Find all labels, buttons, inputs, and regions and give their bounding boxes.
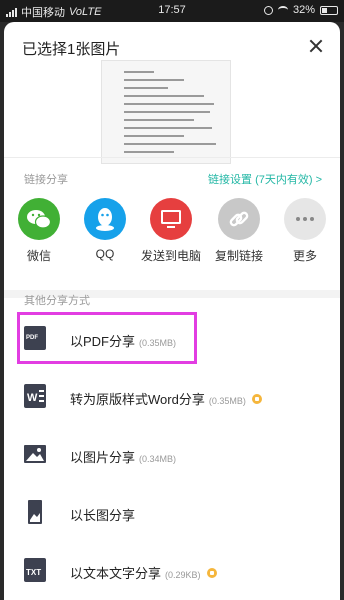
share-as-word-option[interactable]: W 转为原版样式Word分享 (0.35MB) <box>4 372 340 424</box>
pdf-option-highlight <box>17 312 197 364</box>
word-icon: W <box>24 384 46 408</box>
battery-fill <box>322 7 327 13</box>
share-to-computer-button[interactable]: 发送到电脑 <box>136 198 206 264</box>
sheet-title: 已选择1张图片 <box>22 41 121 58</box>
share-target-label: QQ <box>95 247 115 261</box>
more-share-button[interactable]: 更多 <box>270 198 340 264</box>
selected-image-thumbnail[interactable] <box>101 60 231 164</box>
battery-icon <box>320 5 338 15</box>
svg-text:W: W <box>27 392 38 404</box>
share-qq-button[interactable]: QQ <box>70 198 140 261</box>
wifi-icon <box>277 6 288 14</box>
option-text: 以文本文字分享 (0.29KB) <box>70 563 217 582</box>
txt-icon: TXT <box>24 558 46 582</box>
option-label: 以文本文字分享 <box>70 566 162 581</box>
premium-crown-icon <box>206 568 217 578</box>
share-target-label: 更多 <box>292 249 317 263</box>
share-as-image-option[interactable]: 以图片分享 (0.34MB) <box>4 430 340 482</box>
wechat-icon <box>18 198 60 240</box>
option-label: 以图片分享 <box>70 450 136 465</box>
option-label: 转为原版样式Word分享 <box>70 392 205 407</box>
option-size: (0.35MB) <box>208 396 246 406</box>
option-text: 以图片分享 (0.34MB) <box>70 447 176 466</box>
divider <box>4 157 340 158</box>
share-targets-row: 微信 QQ 发送到电脑 复制链接 更多 <box>4 198 340 290</box>
share-sheet: 已选择1张图片 链接分享 链接设置 (7天内有效) > 微信 QQ 发送到电脑 … <box>4 22 340 600</box>
qq-icon <box>84 198 126 240</box>
image-icon <box>24 442 46 466</box>
option-text: 转为原版样式Word分享 (0.35MB) <box>70 389 262 408</box>
share-wechat-button[interactable]: 微信 <box>4 198 74 264</box>
share-target-label: 发送到电脑 <box>140 249 201 263</box>
status-right: 32% <box>263 4 338 16</box>
other-share-label: 其他分享方式 <box>24 295 90 307</box>
alarm-icon <box>263 5 273 15</box>
more-icon <box>284 198 326 240</box>
link-icon <box>218 198 260 240</box>
share-as-long-image-option[interactable]: 以长图分享 <box>4 488 340 540</box>
share-as-text-option[interactable]: TXT 以文本文字分享 (0.29KB) <box>4 546 340 598</box>
svg-text:TXT: TXT <box>26 568 41 577</box>
option-text: 以长图分享 <box>70 505 135 524</box>
share-target-label: 复制链接 <box>214 249 263 263</box>
link-share-label: 链接分享 <box>24 174 68 186</box>
close-button[interactable] <box>304 34 328 58</box>
option-size: (0.29KB) <box>165 570 201 580</box>
computer-icon <box>150 198 192 240</box>
premium-crown-icon <box>251 394 262 404</box>
long-image-icon <box>24 500 46 524</box>
copy-link-button[interactable]: 复制链接 <box>204 198 274 264</box>
status-bar: 中国移动 VoLTE 17:57 32% <box>0 0 344 22</box>
battery-percent: 32% <box>292 4 315 16</box>
share-target-label: 微信 <box>26 249 51 263</box>
option-size: (0.34MB) <box>139 454 177 464</box>
link-settings-button[interactable]: 链接设置 (7天内有效) > <box>208 171 322 187</box>
option-label: 以长图分享 <box>70 508 136 523</box>
